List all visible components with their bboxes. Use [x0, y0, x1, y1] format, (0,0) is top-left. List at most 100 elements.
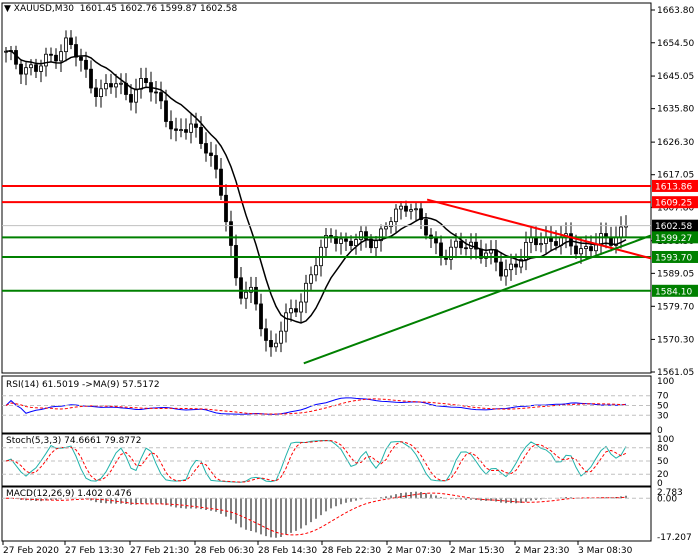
candle-body	[64, 37, 68, 53]
x-tick-label: 2 Mar 07:30	[387, 546, 442, 556]
candle	[34, 58, 38, 78]
rsi-tick: 50	[657, 402, 669, 412]
candle-body	[239, 277, 243, 299]
candle-body	[434, 238, 438, 244]
candle	[94, 78, 98, 107]
candle-body	[304, 282, 308, 303]
candle	[504, 259, 508, 286]
stoch-tick: 80	[657, 444, 669, 454]
candle-body	[554, 241, 558, 246]
candle	[539, 232, 543, 253]
y-tick-label: 1579.70	[657, 302, 694, 312]
candle-body	[424, 219, 428, 236]
candle	[459, 232, 463, 255]
candle-body	[109, 83, 113, 88]
candle	[104, 74, 108, 97]
candle-body	[119, 82, 123, 85]
rsi-tick: 100	[657, 377, 674, 387]
candle-body	[259, 303, 263, 330]
candle-body	[274, 342, 278, 348]
y-tick-label: 1654.50	[657, 39, 694, 49]
candle	[169, 110, 173, 140]
candle-body	[284, 312, 288, 332]
candle	[274, 333, 278, 352]
candle-body	[314, 265, 318, 276]
candle-body	[279, 330, 283, 344]
candle	[269, 330, 273, 357]
macd-tick: -17.207	[657, 533, 692, 543]
candle	[159, 81, 163, 110]
candle	[174, 117, 178, 142]
candle	[254, 276, 258, 311]
candle-body	[339, 238, 343, 244]
x-tick-label: 3 Mar 08:30	[578, 546, 633, 556]
rsi-label: RSI(14) 61.5019 ->MA(9) 57.5172	[6, 380, 160, 390]
stoch-label: Stoch(5,3,3) 74.6661 79.8772	[6, 436, 142, 446]
candle-body	[589, 246, 593, 252]
candle	[214, 144, 218, 179]
candle-body	[219, 168, 223, 196]
chart-window[interactable]: 1663.80 1654.50 1645.05 1635.80 1626.30 1617.…	[0, 0, 700, 560]
candle-body	[179, 129, 183, 132]
candle	[264, 318, 268, 352]
candle-body	[394, 208, 398, 223]
candle	[224, 184, 228, 232]
rsi-line	[5, 397, 627, 415]
candle-body	[269, 340, 273, 348]
symbol-label: XAUUSD,M30	[13, 4, 75, 14]
candle-body	[29, 64, 33, 69]
candle-body	[59, 51, 63, 62]
candle	[154, 81, 158, 104]
rsi-tick: 30	[657, 411, 669, 421]
candle	[134, 78, 138, 114]
candle-body	[404, 205, 408, 212]
candle	[219, 158, 223, 200]
stoch-tick: 50	[657, 457, 669, 467]
candle	[439, 235, 443, 266]
candle	[394, 204, 398, 233]
candle	[324, 227, 328, 258]
candle	[489, 240, 493, 265]
candle-body	[184, 129, 188, 133]
candle	[479, 239, 483, 264]
candle-body	[129, 94, 133, 103]
candle	[229, 210, 233, 257]
candle	[124, 73, 128, 101]
candle-body	[299, 301, 303, 313]
candle	[49, 47, 53, 62]
candle	[19, 59, 23, 85]
candle	[234, 234, 238, 286]
candle	[99, 79, 103, 108]
candle	[494, 239, 498, 272]
candle-body	[414, 208, 418, 211]
candle	[309, 266, 313, 291]
candle	[409, 203, 413, 220]
candle-body	[309, 274, 313, 284]
x-tick-label: 28 Feb 06:30	[195, 546, 254, 556]
candle-body	[44, 53, 48, 67]
level-label: 1609.25	[655, 199, 692, 209]
level-label: 1593.70	[655, 253, 692, 263]
candle	[89, 60, 93, 94]
candle-body	[454, 240, 458, 248]
candle	[14, 45, 18, 70]
candle	[344, 232, 348, 252]
candle-body	[234, 245, 238, 279]
x-tick-label: 28 Feb 14:30	[258, 546, 317, 556]
candle	[279, 321, 283, 353]
candle-body	[534, 236, 538, 246]
y-tick-label: 1617.05	[657, 171, 694, 181]
candle	[334, 229, 338, 252]
candle	[449, 239, 453, 270]
candle-body	[224, 194, 228, 223]
candle-body	[399, 205, 403, 210]
candle	[184, 118, 188, 140]
candle-body	[144, 78, 148, 83]
candle-body	[19, 63, 23, 75]
candle-body	[499, 261, 503, 277]
candle	[299, 293, 303, 323]
candle-body	[244, 291, 248, 299]
y-tick-label: 1589.05	[657, 269, 694, 279]
candle	[399, 200, 403, 220]
candle-body	[294, 308, 298, 313]
